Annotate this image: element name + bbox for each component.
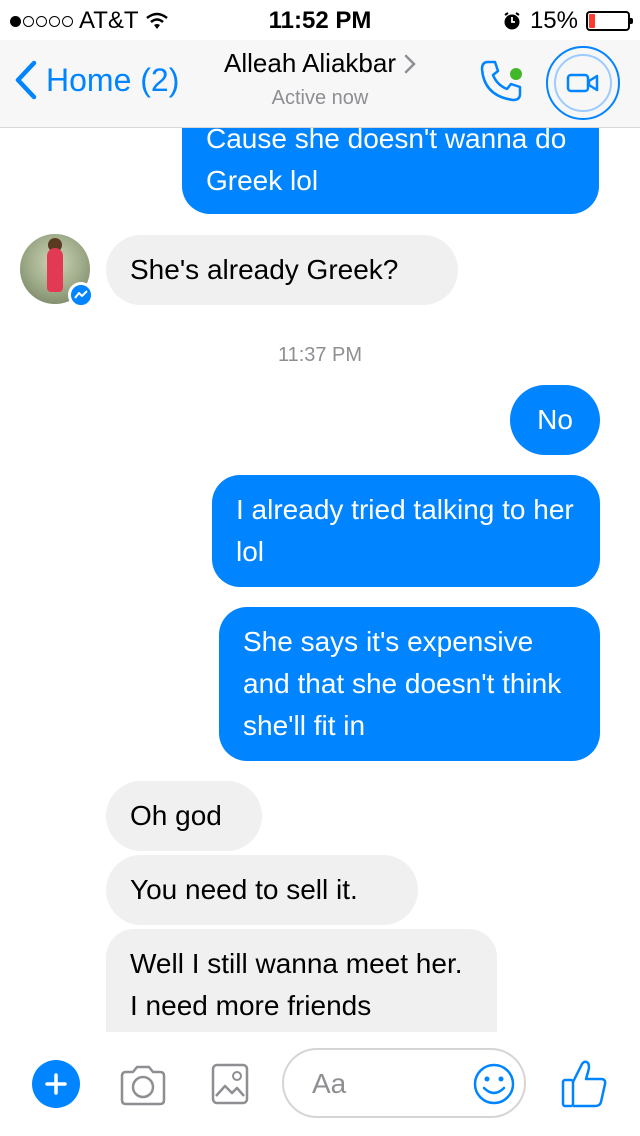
outgoing-message[interactable]: She says it's expensive and that she doe… bbox=[219, 607, 600, 761]
incoming-message[interactable]: Well I still wanna meet her. I need more… bbox=[106, 929, 497, 1032]
contact-name: Alleah Aliakbar bbox=[224, 48, 396, 78]
conversation-header: Home (2) Alleah Aliakbar Active now bbox=[0, 40, 640, 128]
outgoing-message[interactable]: Cause she doesn't wanna do Greek lol bbox=[182, 128, 599, 214]
active-status: Active now bbox=[271, 87, 369, 109]
incoming-message[interactable]: She's already Greek? bbox=[106, 235, 458, 305]
messenger-badge-icon bbox=[68, 282, 94, 308]
outgoing-message[interactable]: No bbox=[510, 385, 600, 455]
incoming-message[interactable]: You need to sell it. bbox=[106, 855, 418, 925]
video-call-button[interactable] bbox=[546, 46, 620, 120]
chevron-right-icon bbox=[404, 54, 416, 73]
online-indicator-icon bbox=[510, 68, 522, 80]
battery-icon bbox=[586, 11, 633, 31]
status-bar: AT&T 11:52 PM 15% bbox=[0, 0, 640, 40]
battery-group: 15% bbox=[502, 7, 633, 35]
thumbs-up-icon[interactable] bbox=[560, 1058, 610, 1110]
composer-bar: Aa bbox=[0, 1040, 640, 1136]
battery-percent: 15% bbox=[529, 7, 578, 34]
message-input[interactable]: Aa bbox=[282, 1048, 526, 1118]
message-list[interactable]: Cause she doesn't wanna do Greek lol She… bbox=[0, 128, 640, 1032]
contact-title[interactable]: Alleah Aliakbar Active now bbox=[0, 48, 640, 110]
message-timestamp: 11:37 PM bbox=[277, 344, 363, 366]
incoming-message[interactable]: Oh god bbox=[106, 781, 262, 851]
emoji-icon[interactable] bbox=[472, 1062, 516, 1106]
plus-button[interactable] bbox=[32, 1060, 80, 1108]
outgoing-message[interactable]: I already tried talking to her lol bbox=[212, 475, 600, 587]
plus-icon bbox=[45, 1073, 67, 1095]
gallery-icon[interactable] bbox=[210, 1062, 250, 1106]
camera-icon[interactable] bbox=[118, 1064, 168, 1106]
video-camera-icon bbox=[566, 73, 599, 93]
message-input-placeholder: Aa bbox=[312, 1068, 347, 1099]
alarm-icon bbox=[504, 12, 520, 30]
phone-call-icon[interactable] bbox=[478, 58, 524, 104]
